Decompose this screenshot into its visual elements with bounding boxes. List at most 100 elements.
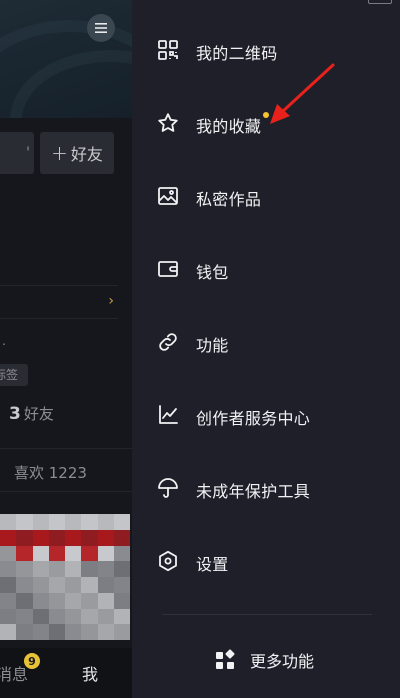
menu-item-wallet[interactable]: 钱包: [132, 245, 400, 293]
thumbnail-pixel: [81, 514, 98, 530]
qr-code-icon: [156, 38, 180, 62]
nav-me[interactable]: 我: [82, 661, 98, 685]
menu-item-creator-center[interactable]: 创作者服务中心: [132, 391, 400, 439]
battery-icon: [368, 0, 392, 4]
menu-item-favorites[interactable]: 我的收藏: [132, 99, 400, 147]
thumbnail-pixel: [16, 514, 33, 530]
menu-item-label: 功能: [196, 336, 229, 355]
likes-tab-label: 喜欢 1223: [14, 464, 87, 482]
more-features-label: 更多功能: [250, 652, 315, 671]
star-icon: [156, 111, 180, 135]
friends-count[interactable]: 3 好友: [9, 403, 54, 424]
thumbnail-pixel: [16, 608, 33, 625]
thumbnail-pixel: [97, 545, 114, 562]
messages-badge: 9: [24, 653, 40, 669]
thumbnail-pixel: [113, 577, 130, 593]
thumbnail-pixel: [48, 608, 65, 625]
plus-icon: +: [51, 141, 68, 165]
menu-item-label: 我的收藏: [196, 112, 270, 137]
thumbnail-pixel: [16, 561, 33, 577]
thumbnail-pixel: [81, 529, 98, 546]
bio-text: .: [2, 334, 6, 348]
thumbnail-pixel: [65, 561, 82, 577]
hamburger-icon: [95, 23, 107, 33]
menu-item-label: 设置: [196, 555, 229, 574]
bottom-nav: 消息 9 我: [0, 648, 132, 698]
thumbnail-pixel: [65, 529, 82, 546]
video-thumbnail-pixelated[interactable]: [0, 514, 130, 640]
thumbnail-pixel: [97, 514, 114, 530]
thumbnail-pixel: [97, 608, 114, 625]
thumbnail-pixel: [48, 514, 65, 530]
thumbnail-pixel: [0, 624, 17, 640]
thumbnail-pixel: [16, 624, 33, 640]
thumbnail-pixel: [65, 624, 82, 640]
profile-tag[interactable]: 标签: [0, 364, 28, 386]
thumbnail-pixel: [32, 577, 49, 593]
thumbnail-pixel: [113, 529, 130, 546]
thumbnail-pixel: [16, 529, 33, 546]
thumbnail-pixel: [65, 577, 82, 593]
menu-item-minor-protection[interactable]: 未成年保护工具: [132, 464, 400, 512]
thumbnail-pixel: [32, 624, 49, 640]
add-friend-button[interactable]: + 好友: [40, 132, 114, 174]
thumbnail-pixel: [0, 514, 17, 530]
thumbnail-pixel: [32, 514, 49, 530]
thumbnail-pixel: [65, 592, 82, 609]
thumbnail-pixel: [48, 529, 65, 546]
thumbnail-pixel: [48, 545, 65, 562]
chevron-right-icon: ›: [108, 293, 114, 309]
nav-messages[interactable]: 消息: [0, 661, 28, 685]
thumbnail-pixel: [81, 624, 98, 640]
menu-item-features[interactable]: 功能: [132, 318, 400, 366]
image-icon: [156, 184, 180, 208]
menu-item-label: 未成年保护工具: [196, 482, 311, 501]
thumbnail-pixel: [32, 529, 49, 546]
thumbnail-pixel: [0, 577, 17, 593]
profile-header-cover: [0, 0, 132, 118]
hamburger-menu-button[interactable]: [87, 14, 115, 42]
menu-item-label: 创作者服务中心: [196, 409, 311, 428]
likes-tab[interactable]: 喜欢 1223: [0, 448, 132, 492]
thumbnail-pixel: [113, 608, 130, 625]
thumbnail-pixel: [81, 577, 98, 593]
menu-item-settings[interactable]: 设置: [132, 537, 400, 585]
thumbnail-pixel: [0, 529, 17, 546]
thumbnail-pixel: [0, 561, 17, 577]
thumbnail-pixel: [97, 561, 114, 577]
thumbnail-pixel: [16, 577, 33, 593]
edit-profile-button[interactable]: ': [0, 132, 34, 174]
thumbnail-pixel: [48, 561, 65, 577]
menu-item-label: 钱包: [196, 263, 229, 282]
thumbnail-pixel: [81, 545, 98, 562]
menu-item-label: 私密作品: [196, 190, 262, 209]
edit-profile-label: ': [26, 145, 30, 161]
thumbnail-pixel: [81, 592, 98, 609]
thumbnail-pixel: [97, 529, 114, 546]
thumbnail-pixel: [0, 592, 17, 609]
profile-page-background: ' + 好友 › . 标签 3 好友 喜欢 1223 消息 9 我: [0, 0, 132, 698]
menu-item-qr-code[interactable]: 我的二维码: [132, 26, 400, 74]
wallet-icon: [156, 257, 180, 281]
new-indicator-dot: [263, 112, 270, 118]
thumbnail-pixel: [0, 545, 17, 562]
thumbnail-pixel: [65, 545, 82, 562]
friends-count-label: 好友: [23, 405, 54, 423]
menu-item-private-works[interactable]: 私密作品: [132, 172, 400, 220]
grid-apps-icon: [214, 649, 236, 671]
menu-item-label: 我的二维码: [196, 44, 278, 63]
thumbnail-pixel: [48, 577, 65, 593]
thumbnail-pixel: [113, 624, 130, 640]
thumbnail-pixel: [32, 608, 49, 625]
divider: [162, 614, 372, 615]
link-icon: [156, 330, 180, 354]
thumbnail-pixel: [32, 592, 49, 609]
thumbnail-pixel: [16, 545, 33, 562]
thumbnail-pixel: [97, 592, 114, 609]
thumbnail-pixel: [65, 608, 82, 625]
thumbnail-pixel: [113, 592, 130, 609]
settings-hexagon-icon: [156, 549, 180, 573]
more-features-button[interactable]: 更多功能: [214, 640, 314, 680]
profile-info-row[interactable]: ›: [0, 285, 118, 319]
thumbnail-pixel: [113, 545, 130, 562]
